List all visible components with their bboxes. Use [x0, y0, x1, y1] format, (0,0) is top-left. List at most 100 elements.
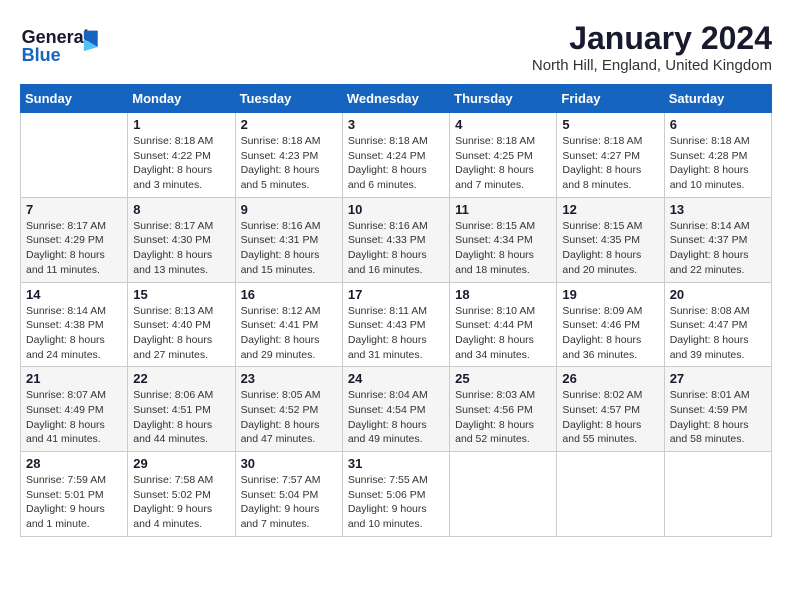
day-info: Sunrise: 8:17 AMSunset: 4:29 PMDaylight:… [26, 219, 122, 278]
calendar-cell: 6Sunrise: 8:18 AMSunset: 4:28 PMDaylight… [664, 113, 771, 198]
day-info: Sunrise: 7:59 AMSunset: 5:01 PMDaylight:… [26, 473, 122, 532]
day-number: 11 [455, 202, 551, 217]
day-info: Sunrise: 8:01 AMSunset: 4:59 PMDaylight:… [670, 388, 766, 447]
calendar-cell [21, 113, 128, 198]
calendar-cell: 25 Sunrise: 8:03 AMSunset: 4:56 PMDayligh… [450, 367, 557, 452]
calendar-cell: 8Sunrise: 8:17 AMSunset: 4:30 PMDaylight… [128, 197, 235, 282]
page-header: General Blue January 2024 North Hill, En… [20, 20, 772, 74]
calendar-week-row: 14 Sunrise: 8:14 AMSunset: 4:38 PMDayligh… [21, 282, 772, 367]
day-info: Sunrise: 8:06 AMSunset: 4:51 PMDaylight:… [133, 388, 229, 447]
day-number: 27 [670, 371, 766, 386]
calendar-cell: 3Sunrise: 8:18 AMSunset: 4:24 PMDaylight… [342, 113, 449, 198]
day-number: 20 [670, 287, 766, 302]
logo-svg: General Blue [20, 20, 110, 70]
day-info: Sunrise: 8:03 AMSunset: 4:56 PMDaylight:… [455, 388, 551, 447]
weekday-header: Thursday [450, 85, 557, 113]
calendar-cell: 7 Sunrise: 8:17 AMSunset: 4:29 PMDaylight… [21, 197, 128, 282]
calendar-cell: 1 Sunrise: 8:18 AMSunset: 4:22 PMDaylight… [128, 113, 235, 198]
calendar-cell [450, 452, 557, 537]
day-info: Sunrise: 8:18 AMSunset: 4:28 PMDaylight:… [670, 134, 766, 193]
day-number: 12 [562, 202, 658, 217]
day-info: Sunrise: 8:18 AMSunset: 4:22 PMDaylight:… [133, 134, 229, 193]
day-number: 7 [26, 202, 122, 217]
day-number: 18 [455, 287, 551, 302]
svg-text:General: General [22, 27, 89, 47]
calendar-cell: 5Sunrise: 8:18 AMSunset: 4:27 PMDaylight… [557, 113, 664, 198]
calendar-cell: 12 Sunrise: 8:15 AMSunset: 4:35 PMDayligh… [557, 197, 664, 282]
day-info: Sunrise: 8:04 AMSunset: 4:54 PMDaylight:… [348, 388, 444, 447]
day-number: 31 [348, 456, 444, 471]
day-number: 13 [670, 202, 766, 217]
calendar-cell: 20 Sunrise: 8:08 AMSunset: 4:47 PMDayligh… [664, 282, 771, 367]
svg-text:Blue: Blue [22, 45, 61, 65]
calendar-cell: 21 Sunrise: 8:07 AMSunset: 4:49 PMDayligh… [21, 367, 128, 452]
calendar-cell: 9 Sunrise: 8:16 AMSunset: 4:31 PMDaylight… [235, 197, 342, 282]
logo: General Blue [20, 20, 110, 70]
day-number: 4 [455, 117, 551, 132]
day-number: 23 [241, 371, 337, 386]
day-number: 5 [562, 117, 658, 132]
calendar-cell: 13Sunrise: 8:14 AMSunset: 4:37 PMDayligh… [664, 197, 771, 282]
calendar-cell: 22 Sunrise: 8:06 AMSunset: 4:51 PMDayligh… [128, 367, 235, 452]
day-info: Sunrise: 8:13 AMSunset: 4:40 PMDaylight:… [133, 304, 229, 363]
day-number: 24 [348, 371, 444, 386]
day-info: Sunrise: 8:17 AMSunset: 4:30 PMDaylight:… [133, 219, 229, 278]
day-number: 1 [133, 117, 229, 132]
weekday-header: Wednesday [342, 85, 449, 113]
calendar-cell: 23 Sunrise: 8:05 AMSunset: 4:52 PMDayligh… [235, 367, 342, 452]
day-info: Sunrise: 7:58 AMSunset: 5:02 PMDaylight:… [133, 473, 229, 532]
calendar-table: SundayMondayTuesdayWednesdayThursdayFrid… [20, 84, 772, 537]
calendar-cell: 15 Sunrise: 8:13 AMSunset: 4:40 PMDayligh… [128, 282, 235, 367]
calendar-week-row: 7 Sunrise: 8:17 AMSunset: 4:29 PMDaylight… [21, 197, 772, 282]
day-info: Sunrise: 8:15 AMSunset: 4:34 PMDaylight:… [455, 219, 551, 278]
day-info: Sunrise: 8:07 AMSunset: 4:49 PMDaylight:… [26, 388, 122, 447]
calendar-cell: 24 Sunrise: 8:04 AMSunset: 4:54 PMDayligh… [342, 367, 449, 452]
calendar-cell: 4 Sunrise: 8:18 AMSunset: 4:25 PMDaylight… [450, 113, 557, 198]
day-number: 26 [562, 371, 658, 386]
weekday-header: Tuesday [235, 85, 342, 113]
day-number: 2 [241, 117, 337, 132]
day-number: 17 [348, 287, 444, 302]
day-info: Sunrise: 8:18 AMSunset: 4:23 PMDaylight:… [241, 134, 337, 193]
calendar-cell: 30Sunrise: 7:57 AMSunset: 5:04 PMDayligh… [235, 452, 342, 537]
calendar-cell: 31 Sunrise: 7:55 AMSunset: 5:06 PMDayligh… [342, 452, 449, 537]
location: North Hill, England, United Kingdom [532, 57, 772, 74]
day-info: Sunrise: 8:05 AMSunset: 4:52 PMDaylight:… [241, 388, 337, 447]
day-info: Sunrise: 8:12 AMSunset: 4:41 PMDaylight:… [241, 304, 337, 363]
title-block: January 2024 North Hill, England, United… [532, 20, 772, 74]
day-number: 25 [455, 371, 551, 386]
day-info: Sunrise: 8:18 AMSunset: 4:24 PMDaylight:… [348, 134, 444, 193]
day-info: Sunrise: 8:08 AMSunset: 4:47 PMDaylight:… [670, 304, 766, 363]
weekday-header: Sunday [21, 85, 128, 113]
calendar-cell: 18Sunrise: 8:10 AMSunset: 4:44 PMDayligh… [450, 282, 557, 367]
weekday-header: Friday [557, 85, 664, 113]
calendar-cell: 10Sunrise: 8:16 AMSunset: 4:33 PMDayligh… [342, 197, 449, 282]
day-number: 22 [133, 371, 229, 386]
weekday-header: Saturday [664, 85, 771, 113]
day-info: Sunrise: 7:55 AMSunset: 5:06 PMDaylight:… [348, 473, 444, 532]
calendar-cell: 14 Sunrise: 8:14 AMSunset: 4:38 PMDayligh… [21, 282, 128, 367]
calendar-cell: 28 Sunrise: 7:59 AMSunset: 5:01 PMDayligh… [21, 452, 128, 537]
header-row: SundayMondayTuesdayWednesdayThursdayFrid… [21, 85, 772, 113]
day-number: 30 [241, 456, 337, 471]
calendar-cell [557, 452, 664, 537]
day-number: 15 [133, 287, 229, 302]
day-info: Sunrise: 8:14 AMSunset: 4:38 PMDaylight:… [26, 304, 122, 363]
day-number: 29 [133, 456, 229, 471]
calendar-cell: 11 Sunrise: 8:15 AMSunset: 4:34 PMDayligh… [450, 197, 557, 282]
day-number: 21 [26, 371, 122, 386]
calendar-week-row: 21 Sunrise: 8:07 AMSunset: 4:49 PMDayligh… [21, 367, 772, 452]
calendar-cell: 29 Sunrise: 7:58 AMSunset: 5:02 PMDayligh… [128, 452, 235, 537]
day-info: Sunrise: 8:15 AMSunset: 4:35 PMDaylight:… [562, 219, 658, 278]
calendar-cell: 19Sunrise: 8:09 AMSunset: 4:46 PMDayligh… [557, 282, 664, 367]
day-number: 28 [26, 456, 122, 471]
calendar-cell: 26 Sunrise: 8:02 AMSunset: 4:57 PMDayligh… [557, 367, 664, 452]
day-info: Sunrise: 8:18 AMSunset: 4:25 PMDaylight:… [455, 134, 551, 193]
day-number: 9 [241, 202, 337, 217]
calendar-cell [664, 452, 771, 537]
day-info: Sunrise: 8:02 AMSunset: 4:57 PMDaylight:… [562, 388, 658, 447]
month-title: January 2024 [532, 20, 772, 57]
day-info: Sunrise: 8:16 AMSunset: 4:31 PMDaylight:… [241, 219, 337, 278]
day-number: 14 [26, 287, 122, 302]
day-number: 10 [348, 202, 444, 217]
